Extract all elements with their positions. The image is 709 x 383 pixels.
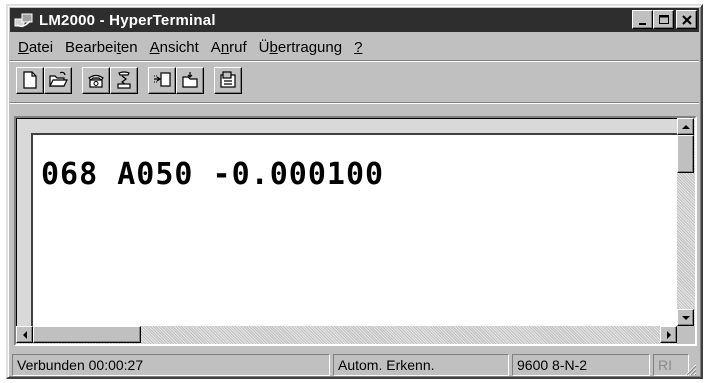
- menu-anruf[interactable]: Anruf: [205, 39, 253, 56]
- new-connection-button[interactable]: [16, 66, 44, 94]
- menu-uebertragung[interactable]: Übertragung: [253, 39, 348, 56]
- receive-file-icon: [182, 72, 198, 88]
- arrow-left-icon: [22, 330, 27, 339]
- properties-button[interactable]: [214, 66, 242, 94]
- toolbar-separator: [10, 102, 699, 104]
- menu-text: nsicht: [159, 38, 199, 56]
- toolbar-group-file: [16, 66, 72, 94]
- horizontal-scrollbar[interactable]: [16, 326, 677, 344]
- open-button[interactable]: [44, 66, 72, 94]
- arrow-up-icon: [681, 124, 690, 129]
- terminal-area: 068 A050 -0.000100: [14, 116, 697, 346]
- terminal-screen[interactable]: 068 A050 -0.000100: [31, 133, 677, 326]
- minimize-button[interactable]: [632, 10, 653, 29]
- properties-icon: [220, 71, 236, 88]
- toolbar-group-call: [82, 66, 138, 94]
- scroll-corner: [677, 326, 695, 344]
- call-phone-icon: [88, 74, 104, 88]
- title-bar[interactable]: LM2000 - HyperTerminal: [10, 8, 699, 32]
- menu-mnemonic: ?: [354, 38, 363, 56]
- status-bar: Verbunden 00:00:27 Autom. Erkenn. 9600 8…: [12, 354, 697, 376]
- menu-text: ertragung: [277, 38, 343, 56]
- status-port-settings: 9600 8-N-2: [512, 354, 650, 376]
- toolbar: [16, 66, 252, 94]
- menu-ansicht[interactable]: Ansicht: [144, 39, 205, 56]
- menu-mnemonic: b: [269, 38, 278, 56]
- window-controls: [632, 10, 697, 29]
- minimize-icon: [638, 22, 646, 25]
- menu-help[interactable]: ?: [348, 39, 368, 56]
- window-title: LM2000 - HyperTerminal: [39, 11, 216, 29]
- menu-text: ruf: [229, 38, 247, 56]
- scroll-down-button[interactable]: [677, 309, 694, 326]
- vertical-scrollbar[interactable]: [677, 118, 695, 326]
- disconnect-button[interactable]: [110, 66, 138, 94]
- toolbar-group-properties: [214, 66, 242, 94]
- maximize-icon: [658, 14, 669, 24]
- vertical-scroll-thumb[interactable]: [677, 135, 694, 173]
- menu-text: A: [210, 38, 221, 56]
- call-button[interactable]: [82, 66, 110, 94]
- status-detection: Autom. Erkenn.: [333, 354, 509, 376]
- status-connection: Verbunden 00:00:27: [12, 354, 330, 376]
- horizontal-scroll-thumb[interactable]: [33, 326, 141, 343]
- new-document-icon: [23, 71, 37, 89]
- menu-mnemonic: D: [18, 38, 29, 56]
- open-folder-icon: [49, 71, 68, 87]
- menu-bar: Datei Bearbeiten Ansicht Anruf Übertragu…: [12, 36, 368, 58]
- hyperterminal-app-icon[interactable]: [13, 11, 35, 29]
- menu-datei[interactable]: Datei: [12, 39, 59, 56]
- menu-text: Bearbei: [65, 38, 117, 56]
- menu-text: Ü: [258, 38, 270, 56]
- arrow-down-icon: [681, 315, 690, 320]
- arrow-right-icon: [666, 330, 671, 339]
- menu-text: atei: [28, 38, 54, 56]
- menu-mnemonic: A: [149, 38, 160, 56]
- hyperterminal-window: LM2000 - HyperTerminal Datei Bearbeiten …: [6, 4, 703, 379]
- menu-text: en: [120, 38, 138, 56]
- scroll-left-button[interactable]: [16, 326, 33, 343]
- send-button[interactable]: [148, 66, 176, 94]
- terminal-border: 068 A050 -0.000100: [16, 118, 677, 326]
- toolbar-group-transfer: [148, 66, 204, 94]
- resize-grip-icon[interactable]: [683, 362, 697, 376]
- close-button[interactable]: [676, 10, 697, 29]
- send-file-icon: [154, 72, 171, 87]
- receive-button[interactable]: [176, 66, 204, 94]
- menu-separator: [10, 60, 699, 62]
- scroll-right-button[interactable]: [660, 326, 677, 343]
- hang-up-phone-icon: [117, 71, 131, 89]
- maximize-button[interactable]: [653, 10, 674, 29]
- terminal-output-line: 068 A050 -0.000100: [41, 157, 385, 192]
- close-icon: [681, 14, 692, 25]
- scroll-up-button[interactable]: [677, 118, 694, 135]
- menu-bearbeiten[interactable]: Bearbeiten: [59, 39, 144, 56]
- menu-mnemonic: n: [220, 38, 230, 56]
